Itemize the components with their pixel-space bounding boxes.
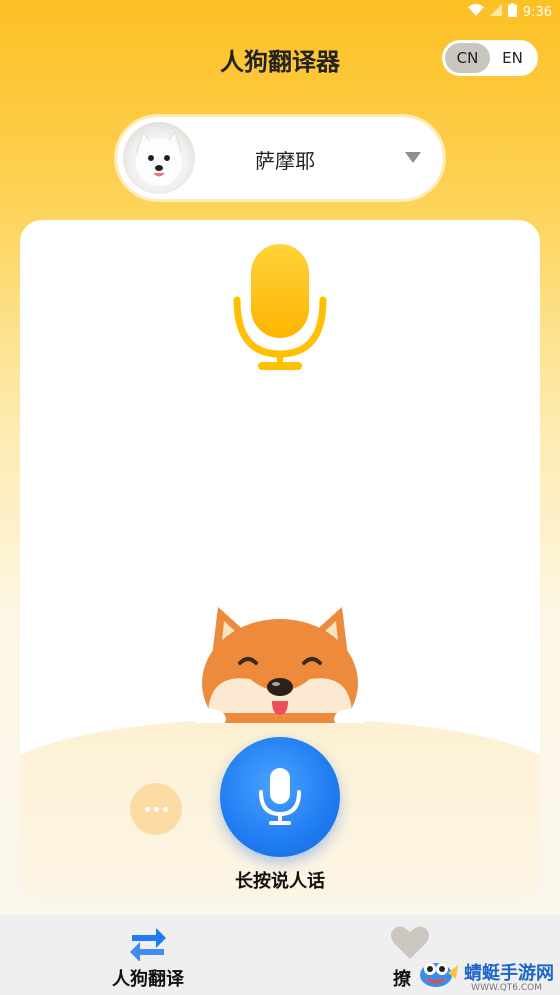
shiba-dog-illustration [192, 607, 368, 733]
lang-option-en[interactable]: EN [490, 43, 535, 73]
watermark-url: WWW.QT6.COM [471, 983, 542, 993]
signal-icon [489, 4, 502, 20]
breed-name: 萨摩耶 [255, 149, 315, 173]
watermark-logo: 蜻蜓手游网 WWW.QT6.COM [416, 955, 554, 993]
status-time: 9:36 [522, 4, 552, 20]
more-dot [153, 806, 159, 812]
more-dot [162, 806, 168, 812]
more-dot [144, 806, 150, 812]
language-toggle[interactable]: CN EN [442, 40, 538, 76]
battery-icon [507, 3, 517, 21]
microphone-icon [233, 244, 327, 370]
hold-to-talk-hint: 长按说人话 [235, 871, 325, 892]
more-button[interactable] [130, 783, 182, 835]
dragonfly-logo-icon [420, 963, 458, 987]
tab-translate[interactable]: 人狗翻译 [68, 915, 228, 995]
wifi-icon [467, 4, 484, 20]
hold-to-talk-button[interactable] [220, 737, 340, 857]
dog-avatar [123, 122, 195, 194]
tab-label: 人狗翻译 [112, 969, 184, 990]
status-icons: 9:36 [467, 3, 552, 21]
breed-selector[interactable]: 萨摩耶 [117, 117, 443, 199]
lang-option-cn[interactable]: CN [445, 43, 490, 73]
watermark-text: 蜻蜓手游网 [464, 963, 554, 984]
swap-arrows-icon [130, 928, 166, 961]
microphone-icon [259, 768, 301, 825]
translator-card: 长按说人话 [20, 220, 540, 898]
chevron-down-icon[interactable] [405, 152, 421, 163]
status-bar: 9:36 [0, 0, 560, 24]
